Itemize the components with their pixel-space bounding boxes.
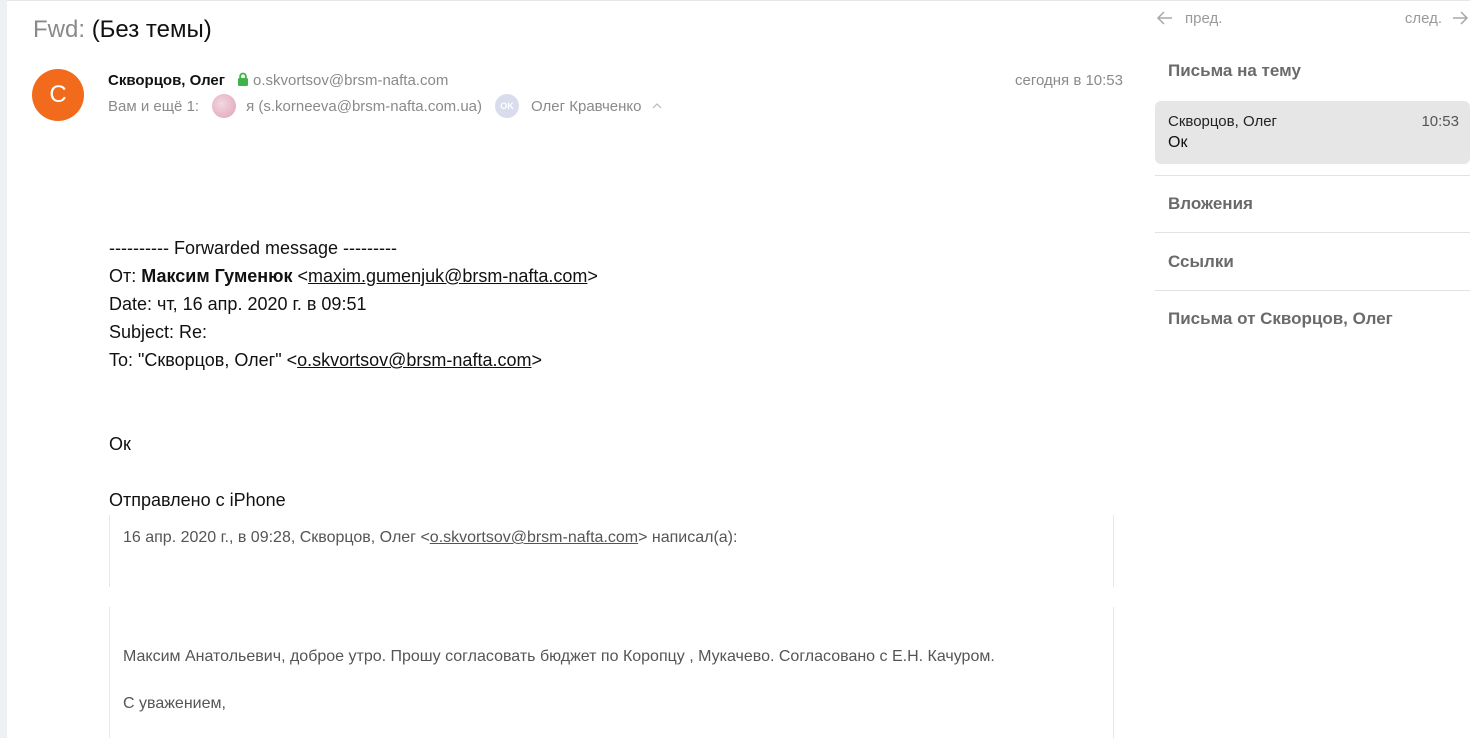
- thread-item-time: 10:53: [1421, 113, 1459, 130]
- prev-label: пред.: [1185, 9, 1223, 27]
- forward-from-name: Максим Гуменюк: [141, 266, 293, 286]
- sidebar-divider: [1155, 232, 1470, 233]
- quote-email-link[interactable]: o.skvortsov@brsm-nafta.com: [430, 529, 638, 546]
- next-label: след.: [1404, 9, 1442, 27]
- forward-to-line: To: "Скворцов, Олег" <o.skvortsov@brsm-n…: [109, 350, 542, 370]
- prev-button[interactable]: пред.: [1155, 8, 1222, 28]
- quote-header-block: 16 апр. 2020 г., в 09:28, Скворцов, Олег…: [109, 515, 1114, 587]
- subject-title: (Без темы): [91, 16, 212, 43]
- quote-body-block: Максим Анатольевич, доброе утро. Прошу с…: [109, 607, 1114, 738]
- thread-item-snippet: Ок: [1168, 134, 1188, 151]
- from-sender-title[interactable]: Письма от Скворцов, Олег: [1168, 309, 1393, 329]
- forward-date-line: Date: чт, 16 апр. 2020 г. в 09:51: [109, 294, 367, 314]
- attachments-title[interactable]: Вложения: [1168, 194, 1253, 214]
- recipient-me[interactable]: я (s.korneeva@brsm-nafta.com.ua): [246, 98, 482, 115]
- thread-item[interactable]: Скворцов, Олег 10:53 Ок: [1155, 101, 1470, 164]
- sent-from: Отправлено с iPhone: [109, 490, 286, 510]
- recipient-avatar-other: OK: [495, 94, 520, 118]
- message-body: ---------- Forwarded message --------- О…: [109, 234, 1114, 514]
- thread-title[interactable]: Письма на тему: [1168, 61, 1301, 81]
- subject-prefix: Fwd:: [33, 16, 86, 43]
- sender-name[interactable]: Скворцов, Олег: [108, 72, 225, 89]
- reply-text: Ок: [109, 434, 131, 454]
- links-title[interactable]: Ссылки: [1168, 252, 1234, 272]
- sender-email[interactable]: o.skvortsov@brsm-nafta.com: [253, 72, 448, 89]
- next-button[interactable]: след.: [1405, 8, 1470, 28]
- arrow-right-icon: [1453, 11, 1469, 25]
- recipient-avatar-me: [212, 94, 237, 118]
- thread-item-from: Скворцов, Олег: [1168, 113, 1278, 130]
- forward-subject-line: Subject: Re:: [109, 322, 208, 342]
- lock-icon: [238, 72, 249, 86]
- quote-header: 16 апр. 2020 г., в 09:28, Скворцов, Олег…: [123, 529, 738, 546]
- forward-from-email-link[interactable]: maxim.gumenjuk@brsm-nafta.com: [308, 266, 587, 286]
- recipients-row: Вам и ещё 1: я (s.korneeva@brsm-nafta.co…: [108, 94, 663, 118]
- forward-separator: ---------- Forwarded message ---------: [109, 238, 397, 258]
- sender-avatar[interactable]: С: [32, 69, 84, 121]
- left-border: [0, 0, 7, 738]
- sidebar-divider: [1155, 175, 1470, 176]
- message-subject: Fwd: (Без темы): [33, 14, 212, 46]
- quote-sign: С уважением,: [123, 695, 226, 712]
- sidebar-divider: [1155, 290, 1470, 291]
- quote-text: Максим Анатольевич, доброе утро. Прошу с…: [123, 648, 995, 665]
- top-divider: [7, 0, 1470, 1]
- message-date: сегодня в 10:53: [1015, 72, 1123, 89]
- message-navigation: пред. след.: [1155, 8, 1470, 32]
- forward-to-email-link[interactable]: o.skvortsov@brsm-nafta.com: [297, 350, 531, 370]
- recipients-label: Вам и ещё 1:: [108, 97, 200, 115]
- arrow-left-icon: [1156, 11, 1172, 25]
- chevron-up-icon[interactable]: [651, 100, 663, 112]
- sender-line: Скворцов, Олег o.skvortsov@brsm-nafta.com: [108, 72, 448, 90]
- forward-from-line: От: Максим Гуменюк <maxim.gumenjuk@brsm-…: [109, 266, 598, 286]
- recipient-other[interactable]: Олег Кравченко: [531, 98, 641, 115]
